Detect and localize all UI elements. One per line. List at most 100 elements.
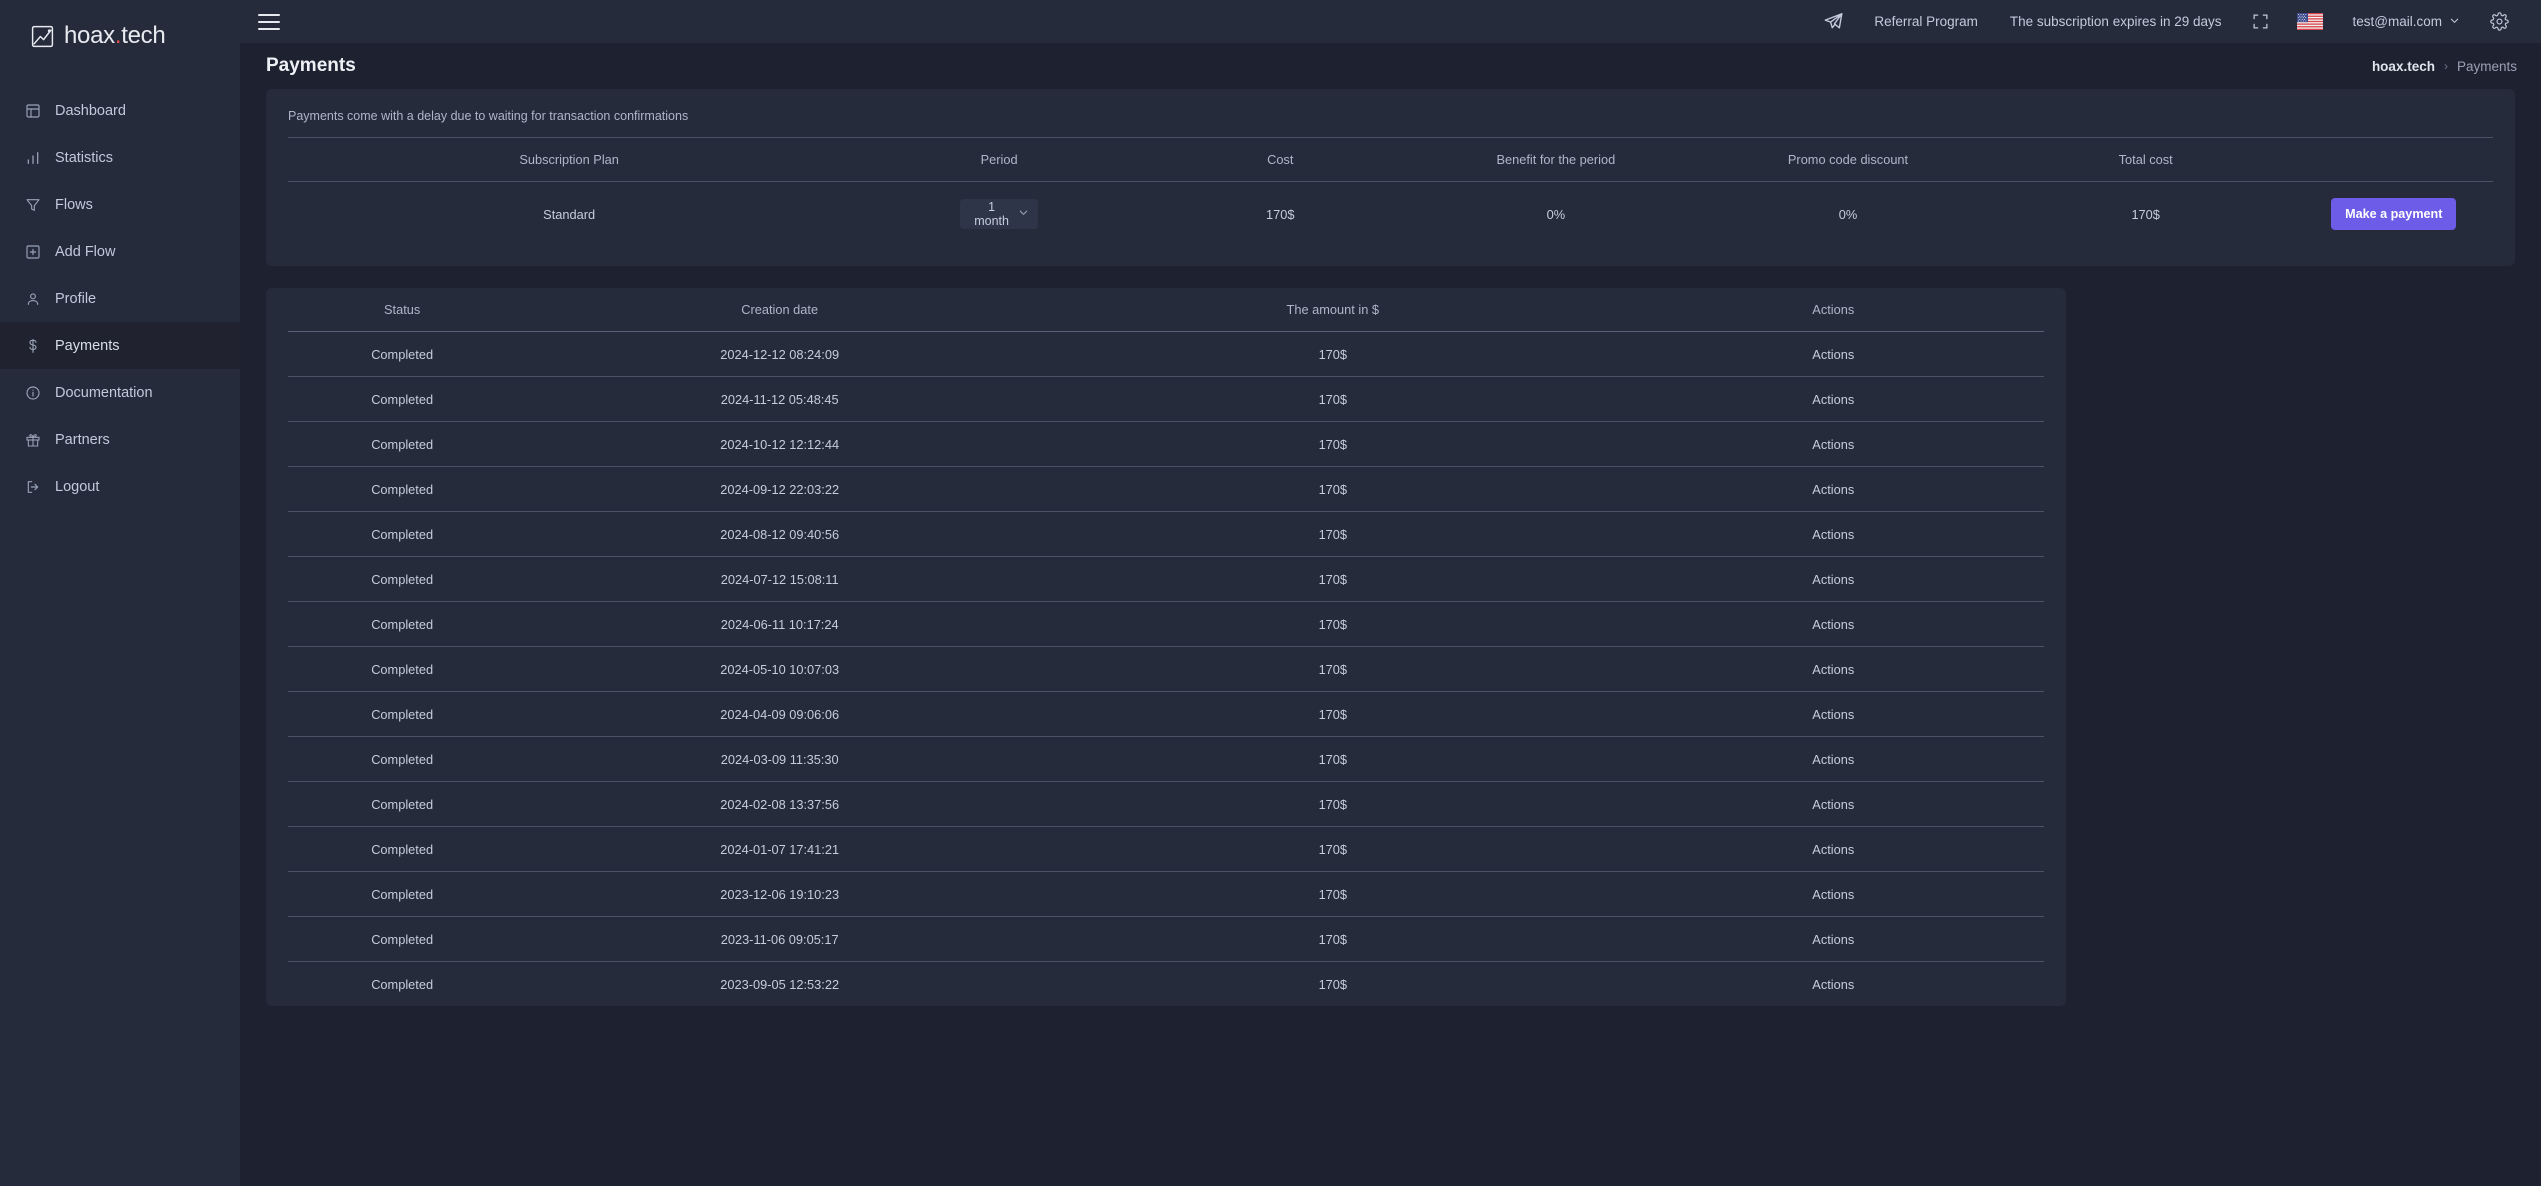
cell-promo-discount: 0% — [1699, 181, 1997, 246]
cell-status: Completed — [288, 331, 517, 377]
cell-amount: 170$ — [1043, 781, 1623, 827]
sidebar-item-documentation[interactable]: Documentation — [0, 369, 240, 416]
cell-actions[interactable]: Actions — [1622, 421, 2044, 467]
dashboard-icon — [24, 102, 41, 119]
cell-actions[interactable]: Actions — [1622, 916, 2044, 962]
brand-logo[interactable]: hoax.tech — [0, 0, 240, 72]
us-flag-icon[interactable] — [2283, 0, 2337, 43]
cell-actions[interactable]: Actions — [1622, 466, 2044, 512]
cell-action: Make a payment — [2294, 181, 2493, 246]
referral-program-link[interactable]: Referral Program — [1858, 0, 1994, 43]
cell-creation-date: 2024-02-08 13:37:56 — [516, 781, 1044, 827]
sidebar-item-add-flow[interactable]: Add Flow — [0, 228, 240, 275]
user-icon — [24, 290, 41, 307]
col-actions: Actions — [1812, 302, 1855, 317]
sidebar-item-label: Partners — [55, 431, 110, 448]
cell-amount: 170$ — [1043, 601, 1623, 647]
subscription-table-header-row: Subscription Plan Period Cost Benefit fo… — [288, 138, 2493, 182]
cell-actions[interactable]: Actions — [1622, 781, 2044, 827]
cell-actions[interactable]: Actions — [1622, 736, 2044, 782]
brand-name-tld: tech — [121, 22, 166, 49]
sidebar-item-partners[interactable]: Partners — [0, 416, 240, 463]
cell-actions[interactable]: Actions — [1622, 511, 2044, 557]
cell-actions[interactable]: Actions — [1622, 961, 2044, 1006]
sidebar-item-flows[interactable]: Flows — [0, 181, 240, 228]
cell-status: Completed — [288, 466, 517, 512]
cell-amount: 170$ — [1043, 826, 1623, 872]
hamburger-icon[interactable] — [258, 13, 280, 30]
table-row: Completed 2024-02-08 13:37:56 170$ Actions — [288, 781, 2044, 827]
sidebar-item-label: Add Flow — [55, 243, 116, 260]
cell-status: Completed — [288, 601, 517, 647]
cell-actions[interactable]: Actions — [1622, 871, 2044, 917]
table-row: Completed 2024-03-09 11:35:30 170$ Actions — [288, 736, 2044, 782]
bar-chart-icon — [24, 149, 41, 166]
cell-creation-date: 2024-07-12 15:08:11 — [516, 556, 1044, 602]
cell-actions[interactable]: Actions — [1622, 376, 2044, 422]
top-header: Referral Program The subscription expire… — [240, 0, 2541, 43]
cell-actions[interactable]: Actions — [1622, 331, 2044, 377]
cell-status: Completed — [288, 376, 517, 422]
dollar-icon — [24, 337, 41, 354]
sidebar-item-statistics[interactable]: Statistics — [0, 134, 240, 181]
account-email-label: test@mail.com — [2352, 14, 2442, 29]
table-row: Completed 2024-10-12 12:12:44 170$ Actions — [288, 421, 2044, 467]
table-row: Completed 2024-11-12 05:48:45 170$ Actions — [288, 376, 2044, 422]
period-select[interactable]: 1 month — [960, 199, 1039, 229]
cell-period: 1 month — [850, 181, 1148, 246]
col-amount: The amount in $ — [1286, 302, 1380, 317]
history-table-body: Completed 2024-12-12 08:24:09 170$ Actions C… — [288, 331, 2044, 1006]
make-a-payment-button[interactable]: Make a payment — [2331, 198, 2457, 230]
cell-creation-date: 2024-08-12 09:40:56 — [516, 511, 1044, 557]
chevron-down-icon — [1018, 207, 1029, 221]
sidebar-item-profile[interactable]: Profile — [0, 275, 240, 322]
main-column: Referral Program The subscription expire… — [240, 0, 2541, 1186]
cell-creation-date: 2024-06-11 10:17:24 — [516, 601, 1044, 647]
cell-creation-date: 2024-04-09 09:06:06 — [516, 691, 1044, 737]
payment-history-card: Status Creation date The amount in $ Act… — [266, 288, 2066, 1006]
col-benefit: Benefit for the period — [1496, 152, 1616, 167]
sidebar-item-logout[interactable]: Logout — [0, 463, 240, 510]
cell-amount: 170$ — [1043, 421, 1623, 467]
sidebar-item-label: Statistics — [55, 149, 114, 166]
cell-amount: 170$ — [1043, 871, 1623, 917]
table-row: Completed 2023-09-05 12:53:22 170$ Actions — [288, 961, 2044, 1006]
col-total-cost: Total cost — [2118, 152, 2173, 167]
cell-amount: 170$ — [1043, 511, 1623, 557]
cell-amount: 170$ — [1043, 466, 1623, 512]
cell-cost: 170$ — [1147, 181, 1413, 246]
history-table-header-row: Status Creation date The amount in $ Act… — [288, 288, 2044, 332]
header-actions: Referral Program The subscription expire… — [1809, 0, 2523, 43]
period-select-value: 1 month — [974, 200, 1009, 228]
table-row: Completed 2023-12-06 19:10:23 170$ Actions — [288, 871, 2044, 917]
cell-actions[interactable]: Actions — [1622, 646, 2044, 692]
cell-actions[interactable]: Actions — [1622, 826, 2044, 872]
sidebar-item-label: Dashboard — [55, 102, 126, 119]
content-area: Payments come with a delay due to waitin… — [240, 89, 2541, 1186]
cell-amount: 170$ — [1043, 556, 1623, 602]
subscription-expiry-notice[interactable]: The subscription expires in 29 days — [1994, 0, 2238, 43]
fullscreen-icon[interactable] — [2238, 0, 2283, 43]
cell-status: Completed — [288, 691, 517, 737]
cell-creation-date: 2023-12-06 19:10:23 — [516, 871, 1044, 917]
cell-actions[interactable]: Actions — [1622, 601, 2044, 647]
cell-creation-date: 2024-03-09 11:35:30 — [516, 736, 1044, 782]
cell-actions[interactable]: Actions — [1622, 691, 2044, 737]
cell-actions[interactable]: Actions — [1622, 556, 2044, 602]
sidebar: hoax.tech Dashboard Statistics Flows Add… — [0, 0, 240, 1186]
table-row: Completed 2024-04-09 09:06:06 170$ Actions — [288, 691, 2044, 737]
cell-creation-date: 2024-12-12 08:24:09 — [516, 331, 1044, 377]
page-title: Payments — [266, 55, 356, 76]
cell-status: Completed — [288, 556, 517, 602]
table-row: Completed 2024-08-12 09:40:56 170$ Actions — [288, 511, 2044, 557]
breadcrumb-root[interactable]: hoax.tech — [2372, 59, 2435, 74]
gear-icon[interactable] — [2476, 0, 2523, 43]
telegram-send-icon[interactable] — [1809, 0, 1858, 43]
account-menu[interactable]: test@mail.com — [2337, 0, 2476, 43]
sidebar-item-dashboard[interactable]: Dashboard — [0, 87, 240, 134]
cell-status: Completed — [288, 646, 517, 692]
cell-amount: 170$ — [1043, 736, 1623, 782]
cell-creation-date: 2023-11-06 09:05:17 — [516, 916, 1044, 962]
table-row: Completed 2024-06-11 10:17:24 170$ Actions — [288, 601, 2044, 647]
sidebar-item-payments[interactable]: Payments — [0, 322, 240, 369]
